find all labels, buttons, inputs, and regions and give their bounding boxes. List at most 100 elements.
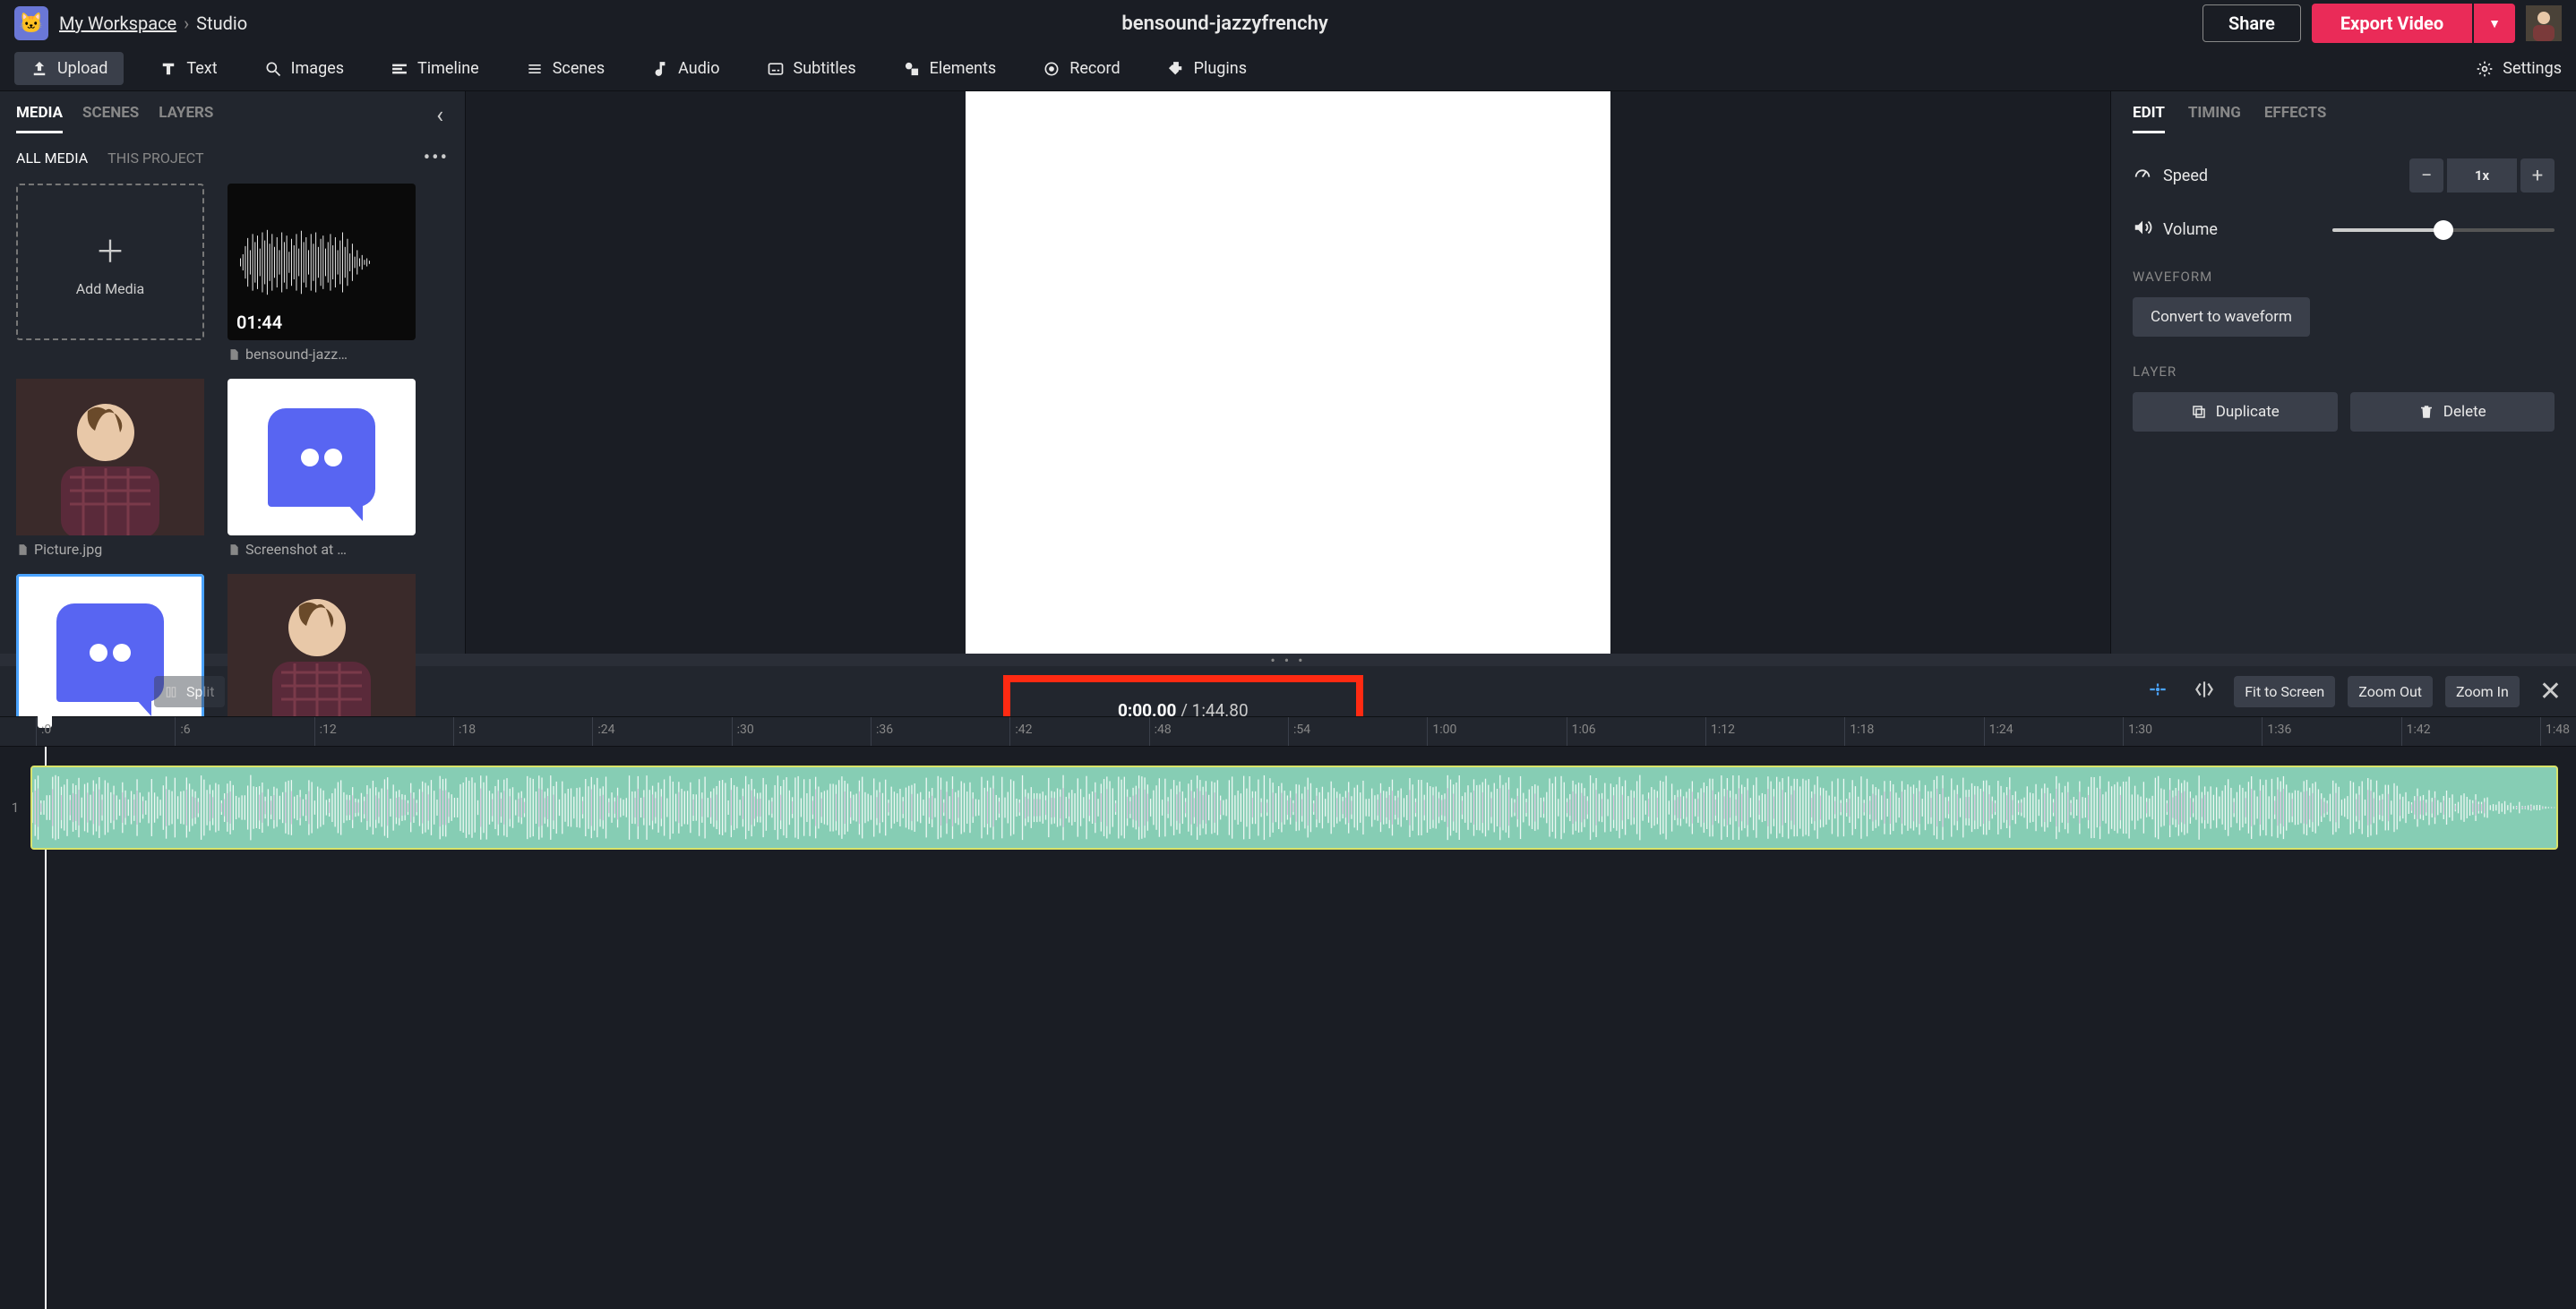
ruler-tick-label: :0: [41, 723, 51, 737]
ruler-tick: [1844, 717, 1845, 746]
close-timeline-button[interactable]: ✕: [2539, 676, 2562, 707]
convert-waveform-button[interactable]: Convert to waveform: [2133, 297, 2310, 337]
subtab-all-media[interactable]: ALL MEDIA: [16, 150, 88, 167]
media-thumb-image[interactable]: [228, 379, 416, 535]
subtab-this-project[interactable]: THIS PROJECT: [107, 150, 203, 167]
speed-decrement-button[interactable]: −: [2409, 158, 2443, 192]
ruler-tick: [2401, 717, 2402, 746]
subtitles-icon: [767, 60, 785, 78]
audio-clip[interactable]: [30, 766, 2558, 850]
tab-scenes[interactable]: SCENES: [82, 104, 139, 133]
speed-increment-button[interactable]: +: [2520, 158, 2555, 192]
share-button[interactable]: Share: [2202, 4, 2301, 42]
ruler-tick-label: 1:06: [1572, 723, 1596, 737]
ruler-tick-label: :48: [1155, 723, 1172, 737]
ruler-tick-label: 1:30: [2128, 723, 2152, 737]
ruler-tick: [1984, 717, 1985, 746]
zoom-in-button[interactable]: Zoom In: [2445, 676, 2520, 707]
scissors-icon: [165, 686, 177, 698]
breadcrumb-separator: ›: [184, 13, 189, 34]
settings-button[interactable]: Settings: [2476, 59, 2562, 78]
ruler-tick-label: :30: [737, 723, 754, 737]
ruler-tick-label: 1:42: [2407, 723, 2431, 737]
ruler-tick-label: 1:12: [1711, 723, 1735, 737]
gear-icon: [2476, 60, 2494, 78]
file-icon: [228, 543, 240, 556]
preview-canvas[interactable]: [966, 91, 1610, 736]
discord-icon: [268, 408, 375, 507]
volume-slider[interactable]: [2332, 228, 2555, 232]
breadcrumb: My Workspace › Studio: [59, 13, 247, 34]
volume-icon: [2133, 218, 2152, 242]
timeline-tool-button[interactable]: Timeline: [380, 52, 490, 85]
media-thumb-audio[interactable]: 01:44: [228, 184, 416, 340]
scenes-tool-button[interactable]: Scenes: [515, 52, 615, 85]
plus-icon: ＋: [95, 227, 125, 271]
tab-layers[interactable]: LAYERS: [159, 104, 213, 133]
tab-effects[interactable]: EFFECTS: [2264, 104, 2327, 133]
waveform-section-label: WAVEFORM: [2133, 269, 2555, 285]
trim-handles-button[interactable]: [2187, 678, 2221, 705]
export-dropdown-button[interactable]: ▼: [2474, 4, 2515, 43]
audio-tool-button[interactable]: Audio: [640, 52, 730, 85]
export-video-button[interactable]: Export Video: [2312, 4, 2472, 43]
record-icon: [1043, 60, 1060, 78]
text-tool-button[interactable]: Text: [149, 52, 228, 85]
ruler-tick: [871, 717, 872, 746]
ruler-tick-label: :24: [597, 723, 614, 737]
clip-waveform-icon: [32, 767, 2556, 848]
speed-value[interactable]: 1x: [2447, 158, 2517, 192]
ruler-tick: [1009, 717, 1010, 746]
waveform-icon: [236, 222, 407, 303]
snap-toggle-button[interactable]: [2141, 678, 2175, 705]
user-avatar[interactable]: [2526, 5, 2562, 41]
discord-icon: [56, 603, 164, 702]
fit-to-screen-button[interactable]: Fit to Screen: [2234, 676, 2335, 707]
file-icon: [228, 348, 240, 361]
images-tool-button[interactable]: Images: [253, 52, 355, 85]
duplicate-button[interactable]: Duplicate: [2133, 392, 2338, 432]
more-options-icon[interactable]: •••: [424, 147, 449, 169]
tab-timing[interactable]: TIMING: [2188, 104, 2241, 133]
delete-button[interactable]: Delete: [2350, 392, 2555, 432]
ruler-tick-label: :54: [1293, 723, 1310, 737]
add-media-button[interactable]: ＋ Add Media: [16, 184, 204, 340]
upload-icon: [30, 60, 48, 78]
record-tool-button[interactable]: Record: [1032, 52, 1130, 85]
ruler-tick: [732, 717, 733, 746]
collapse-left-panel-icon[interactable]: ‹: [436, 102, 449, 134]
ruler-tick: [1149, 717, 1150, 746]
layer-section-label: LAYER: [2133, 364, 2555, 380]
app-logo[interactable]: 🐱: [14, 6, 48, 40]
breadcrumb-workspace[interactable]: My Workspace: [59, 13, 176, 34]
track-number: 1: [0, 800, 30, 816]
timeline-ruler[interactable]: :0:6:12:18:24:30:36:42:48:541:001:061:12…: [0, 716, 2576, 747]
ruler-tick: [314, 717, 315, 746]
ruler-tick: [592, 717, 593, 746]
split-button[interactable]: Split: [154, 676, 225, 707]
media-item-label: Screenshot at …: [228, 541, 416, 558]
scenes-icon: [526, 60, 544, 78]
copy-icon: [2191, 404, 2207, 420]
media-thumb-image[interactable]: [228, 574, 416, 731]
plugins-tool-button[interactable]: Plugins: [1156, 52, 1258, 85]
media-thumb-image[interactable]: [16, 379, 204, 535]
project-title[interactable]: bensound-jazzyfrenchy: [258, 13, 2192, 35]
ruler-tick: [175, 717, 176, 746]
ruler-tick: [1288, 717, 1289, 746]
elements-tool-button[interactable]: Elements: [892, 52, 1008, 85]
upload-button[interactable]: Upload: [14, 52, 124, 85]
file-icon: [16, 543, 29, 556]
zoom-out-button[interactable]: Zoom Out: [2348, 676, 2433, 707]
tab-media[interactable]: MEDIA: [16, 104, 63, 133]
timeline-tracks[interactable]: 1: [0, 747, 2576, 1309]
slider-knob[interactable]: [2434, 220, 2453, 240]
media-thumb-image[interactable]: [16, 574, 204, 731]
search-icon: [264, 60, 282, 78]
ruler-tick-label: :18: [459, 723, 476, 737]
timeline-icon: [391, 60, 408, 78]
ruler-tick-label: 1:48: [2546, 723, 2570, 737]
subtitles-tool-button[interactable]: Subtitles: [756, 52, 867, 85]
speed-label: Speed: [2163, 167, 2208, 185]
tab-edit[interactable]: EDIT: [2133, 104, 2165, 133]
